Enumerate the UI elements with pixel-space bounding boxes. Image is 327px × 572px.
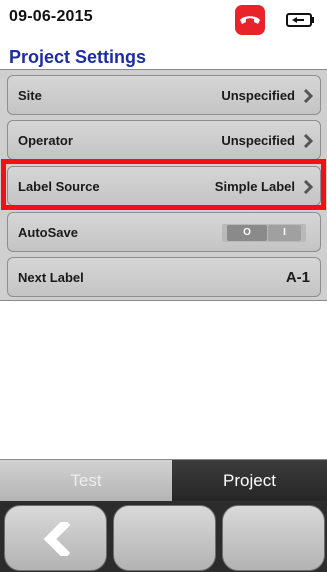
- toggle-on-label: I: [268, 225, 301, 241]
- softkey-2-button[interactable]: [113, 505, 216, 571]
- setting-row-next-label[interactable]: Next Label A-1: [7, 257, 321, 297]
- battery-icon: [286, 13, 314, 27]
- setting-value: A-1: [285, 269, 310, 286]
- setting-value: Unspecified: [221, 133, 295, 148]
- tab-bar: Test Project: [0, 459, 327, 501]
- setting-label: AutoSave: [18, 225, 78, 240]
- setting-row-site[interactable]: Site Unspecified: [7, 75, 321, 115]
- setting-label: Label Source: [18, 179, 100, 194]
- setting-value: Unspecified: [221, 88, 295, 103]
- setting-label: Next Label: [18, 270, 84, 285]
- autosave-toggle[interactable]: O I: [222, 224, 306, 242]
- settings-list: Site Unspecified Operator Unspecified La…: [0, 69, 327, 301]
- setting-label: Site: [18, 88, 42, 103]
- setting-value: Simple Label: [214, 179, 295, 194]
- chevron-right-icon: [303, 180, 313, 194]
- softkey-3-button[interactable]: [222, 505, 325, 571]
- setting-row-label-source[interactable]: Label Source Simple Label: [7, 166, 321, 206]
- phone-hangup-icon[interactable]: [235, 5, 265, 35]
- softkey-bar: [0, 501, 327, 572]
- back-chevron-icon: [43, 522, 70, 556]
- setting-label: Operator: [18, 133, 73, 148]
- page-title: Project Settings: [9, 47, 147, 67]
- back-button[interactable]: [4, 505, 107, 571]
- setting-row-operator[interactable]: Operator Unspecified: [7, 120, 321, 160]
- chevron-right-icon: [303, 134, 313, 148]
- toggle-off-label: O: [227, 225, 267, 241]
- status-bar: 09-06-2015: [0, 0, 327, 46]
- tab-test[interactable]: Test: [0, 460, 172, 501]
- tab-project[interactable]: Project: [172, 460, 327, 501]
- setting-row-autosave: AutoSave O I: [7, 212, 321, 252]
- date: 09-06-2015: [9, 8, 93, 25]
- chevron-right-icon: [303, 89, 313, 103]
